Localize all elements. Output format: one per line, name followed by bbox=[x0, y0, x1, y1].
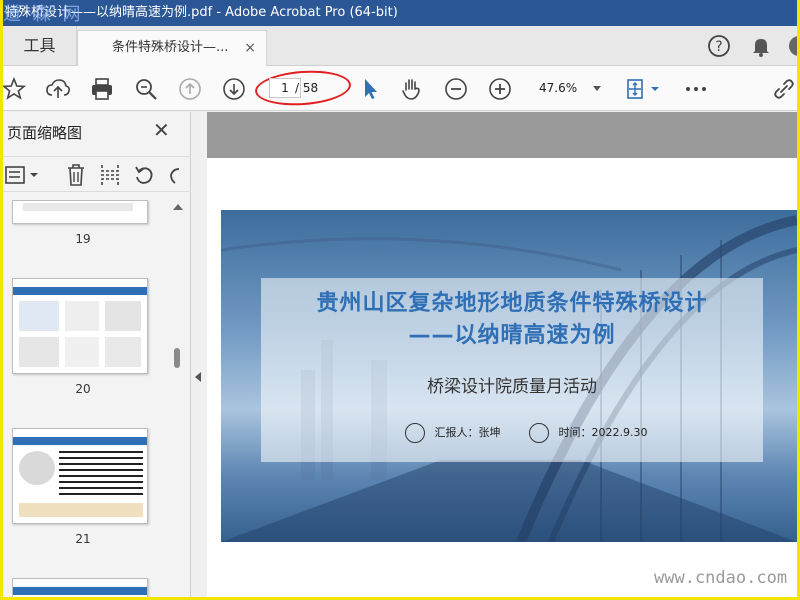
panel-title: 页面缩略图 bbox=[7, 124, 83, 142]
previous-page-edge bbox=[207, 112, 797, 158]
document-view[interactable]: 贵州山区复杂地形地质条件特殊桥设计 ——以纳晴高速为例 桥梁设计院质量月活动 汇… bbox=[207, 112, 797, 597]
page-total-label: / 58 bbox=[295, 81, 319, 95]
tab-document[interactable]: 条件特殊桥设计—... × bbox=[77, 30, 267, 66]
trash-icon[interactable] bbox=[65, 163, 87, 187]
star-icon[interactable] bbox=[3, 76, 27, 102]
slide-title-line2: ——以纳晴高速为例 bbox=[408, 323, 616, 348]
hand-tool-icon[interactable] bbox=[399, 76, 425, 102]
thumbnail-page-22[interactable] bbox=[12, 578, 148, 597]
slide-title-line1: 贵州山区复杂地形地质条件特殊桥设计 bbox=[316, 291, 708, 316]
date-text: 时间：2022.9.30 bbox=[558, 426, 648, 439]
close-panel-icon[interactable]: ✕ bbox=[153, 118, 170, 142]
next-page-icon[interactable] bbox=[221, 76, 247, 102]
zoom-out-icon[interactable] bbox=[443, 76, 469, 102]
account-icon[interactable] bbox=[787, 34, 797, 58]
link-icon[interactable] bbox=[771, 76, 797, 102]
slide-reporter: 汇报人：张坤 bbox=[405, 422, 501, 444]
print-icon[interactable] bbox=[89, 76, 115, 102]
reporter-text: 汇报人：张坤 bbox=[434, 426, 501, 439]
thumbnail-label-20: 20 bbox=[75, 382, 91, 396]
help-icon[interactable]: ? bbox=[707, 34, 731, 58]
fit-page-icon[interactable] bbox=[623, 76, 649, 102]
zoom-dropdown[interactable]: 47.6% bbox=[535, 78, 605, 98]
thumbnail-list: 19 20 21 bbox=[3, 200, 171, 597]
zoom-level: 47.6% bbox=[539, 81, 578, 95]
cloud-upload-icon[interactable] bbox=[45, 76, 71, 102]
tab-document-label: 条件特殊桥设计—... bbox=[112, 40, 229, 55]
slide-date: 时间：2022.9.30 bbox=[529, 422, 647, 444]
thumbnail-page-21[interactable] bbox=[12, 428, 148, 524]
slide-title: 贵州山区复杂地形地质条件特殊桥设计 ——以纳晴高速为例 bbox=[261, 288, 763, 352]
options-chevron-icon[interactable] bbox=[29, 171, 39, 179]
thumbnail-label-21: 21 bbox=[75, 532, 91, 546]
thumbnail-label-19: 19 bbox=[75, 232, 91, 246]
person-icon bbox=[405, 423, 425, 443]
chevron-down-icon bbox=[593, 86, 601, 91]
thumbnail-page-20[interactable] bbox=[12, 278, 148, 374]
scrollbar-thumb[interactable] bbox=[174, 348, 180, 368]
slide-title-box: 贵州山区复杂地形地质条件特殊桥设计 ——以纳晴高速为例 桥梁设计院质量月活动 汇… bbox=[261, 278, 763, 462]
extract-pages-icon[interactable] bbox=[99, 163, 121, 187]
svg-text:?: ? bbox=[715, 39, 722, 55]
acrobat-window: 特殊桥设计——以纳晴高速为例.pdf - Adobe Acrobat Pro (… bbox=[3, 0, 797, 597]
scroll-up-icon[interactable] bbox=[173, 204, 183, 210]
select-cursor-icon[interactable] bbox=[357, 76, 383, 102]
title-bar: 特殊桥设计——以纳晴高速为例.pdf - Adobe Acrobat Pro (… bbox=[3, 0, 797, 26]
panel-toolbar bbox=[3, 156, 191, 192]
thumbnail-page-19[interactable] bbox=[12, 200, 148, 224]
site-url-watermark: www.cndao.com bbox=[654, 568, 788, 588]
previous-page-icon[interactable] bbox=[177, 76, 203, 102]
tab-bar: 工具 条件特殊桥设计—... × ? bbox=[3, 26, 797, 66]
rotate-left-icon[interactable] bbox=[133, 163, 155, 187]
fit-menu-chevron-icon[interactable] bbox=[647, 76, 673, 102]
rotate-right-icon[interactable] bbox=[165, 163, 187, 187]
more-tools-icon[interactable] bbox=[683, 76, 709, 102]
thumbnail-scrollbar[interactable] bbox=[171, 200, 185, 597]
bell-icon[interactable] bbox=[749, 34, 773, 58]
site-watermark: 道 森 网 bbox=[3, 4, 84, 25]
page-thumbnails-panel: 页面缩略图 ✕ 19 20 21 bbox=[3, 112, 191, 597]
calendar-icon bbox=[529, 423, 549, 443]
collapse-panel-icon[interactable] bbox=[195, 372, 201, 382]
main-toolbar: 1 / 58 47.6% bbox=[3, 66, 797, 111]
zoom-search-icon[interactable] bbox=[133, 76, 159, 102]
tab-tools[interactable]: 工具 bbox=[3, 26, 77, 66]
zoom-in-icon[interactable] bbox=[487, 76, 513, 102]
slide-page-1: 贵州山区复杂地形地质条件特殊桥设计 ——以纳晴高速为例 桥梁设计院质量月活动 汇… bbox=[221, 210, 797, 542]
close-tab-icon[interactable]: × bbox=[244, 31, 256, 65]
slide-subtitle: 桥梁设计院质量月活动 bbox=[427, 377, 597, 397]
thumbnail-options-icon[interactable] bbox=[5, 165, 27, 185]
